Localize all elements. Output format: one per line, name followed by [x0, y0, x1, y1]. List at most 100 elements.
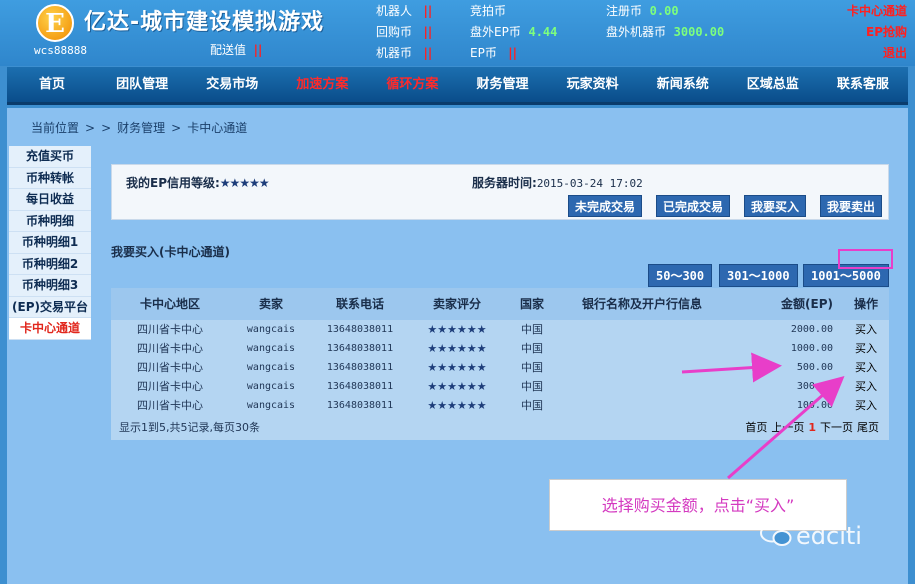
table-cell: 13648038011 [326, 343, 394, 354]
table-cell: wangcais [246, 343, 296, 354]
pager: 首页 上一页 1 下一页 尾页 [741, 419, 879, 435]
wechat-icon [760, 523, 792, 546]
table-cell: 四川省卡中心 [137, 399, 203, 412]
pager-next[interactable]: 下一页 [820, 421, 853, 434]
unfinished-trades-button[interactable]: 未完成交易 [568, 195, 643, 217]
finished-trades-button[interactable]: 已完成交易 [656, 195, 731, 217]
table-row: 四川省卡中心 wangcais 13648038011 ★★★★★★ 中国 2000.00… [111, 320, 889, 339]
logo-icon: E [36, 4, 74, 42]
table-row: 四川省卡中心 wangcais 13648038011 ★★★★★★ 中国 1000.00… [111, 339, 889, 358]
table-cell: 中国 [521, 361, 543, 374]
sidebar-item-ep-platform[interactable]: (EP)交易平台 [9, 296, 91, 318]
table-cell: 13648038011 [326, 400, 394, 411]
buy-action-button[interactable]: 买入 [843, 339, 889, 358]
table-cell [557, 339, 727, 358]
sidebar-item-detail-1[interactable]: 币种明细1 [9, 232, 91, 254]
sell-button[interactable]: 我要卖出 [820, 195, 883, 217]
table-cell [557, 358, 727, 377]
sidebar-item-detail-3[interactable]: 币种明细3 [9, 275, 91, 297]
sidebar-item-detail[interactable]: 币种明细 [9, 210, 91, 232]
credit-stars: ★★★★★ [219, 176, 270, 190]
server-time: 服务器时间:2015-03-24 17:02 [472, 176, 643, 190]
logout-link[interactable]: 退出 [883, 44, 907, 61]
breadcrumb-finance[interactable]: 财务管理 [117, 121, 165, 135]
stat-machine-coin: 机器币 || [376, 46, 433, 60]
table-cell: 中国 [521, 399, 543, 412]
credit-level: 我的EP信用等级:★★★★★ [126, 176, 270, 190]
seller-rating: ★★★★★★ [427, 323, 487, 336]
buy-action-button[interactable]: 买入 [843, 320, 889, 339]
table-cell: 四川省卡中心 [137, 323, 203, 336]
pager-first[interactable]: 首页 [745, 421, 767, 434]
table-cell: wangcais [246, 324, 296, 335]
table-header: 卡中心地区 卖家 联系电话 卖家评分 国家 银行名称及开户行信息 金额(EP) … [111, 288, 889, 320]
table-cell: wangcais [246, 381, 296, 392]
sidebar-item-transfer[interactable]: 币种转帐 [9, 167, 91, 189]
annotation-highlight-box [838, 249, 893, 269]
range-50-300-button[interactable]: 50～300 [648, 264, 713, 287]
card-center-link[interactable]: 卡中心通道 [847, 2, 907, 19]
stat-robot: 机器人 || [376, 4, 433, 18]
pager-last[interactable]: 尾页 [857, 421, 879, 434]
table-row: 四川省卡中心 wangcais 13648038011 ★★★★★★ 中国 500.00 买… [111, 358, 889, 377]
buy-action-button[interactable]: 买入 [843, 396, 889, 415]
stat-ep: EP币 || [470, 46, 518, 60]
sellers-table: 卡中心地区 卖家 联系电话 卖家评分 国家 银行名称及开户行信息 金额(EP) … [111, 288, 889, 440]
nav-profile[interactable]: 玩家资料 [548, 67, 638, 102]
nav-finance[interactable]: 财务管理 [457, 67, 547, 102]
stat-register: 注册币 0.00 [606, 4, 679, 18]
sidebar: 充值买币 币种转帐 每日收益 币种明细 币种明细1 币种明细2 币种明细3 (E… [9, 146, 91, 340]
main-nav: 首页 团队管理 交易市场 加速方案 循环方案 财务管理 玩家资料 新闻系统 区域… [7, 67, 908, 105]
nav-team[interactable]: 团队管理 [97, 67, 187, 102]
stat-off-machine: 盘外机器币 3000.00 [606, 25, 725, 39]
info-panel: 我的EP信用等级:★★★★★ 服务器时间:2015-03-24 17:02 未完… [111, 164, 889, 220]
buy-action-button[interactable]: 买入 [843, 377, 889, 396]
buy-button[interactable]: 我要买入 [744, 195, 807, 217]
nav-home[interactable]: 首页 [7, 67, 97, 102]
section-title: 我要买入(卡中心通道) [111, 245, 230, 259]
nav-cycle[interactable]: 循环方案 [367, 67, 457, 102]
table-cell [557, 320, 727, 339]
breadcrumb: 当前位置 > > 财务管理 > 卡中心通道 [31, 121, 248, 135]
table-summary: 显示1到5,共5记录,每页30条 [119, 421, 260, 434]
seller-rating: ★★★★★★ [427, 380, 487, 393]
nav-support[interactable]: 联系客服 [818, 67, 908, 102]
stat-auction: 竞拍币 [470, 4, 507, 18]
table-cell: 500.00 [796, 362, 833, 373]
table-cell: 300.00 [796, 381, 833, 392]
distribution-stat: 配送值 || [210, 43, 263, 57]
buy-action-button[interactable]: 买入 [843, 358, 889, 377]
sidebar-item-card-center[interactable]: 卡中心通道 [9, 318, 91, 340]
table-cell: 13648038011 [326, 324, 394, 335]
sidebar-item-daily-income[interactable]: 每日收益 [9, 189, 91, 211]
nav-accelerate[interactable]: 加速方案 [277, 67, 367, 102]
pager-current: 1 [808, 421, 816, 434]
table-cell: 四川省卡中心 [137, 361, 203, 374]
table-cell: 13648038011 [326, 362, 394, 373]
nav-region[interactable]: 区域总监 [728, 67, 818, 102]
nav-market[interactable]: 交易市场 [187, 67, 277, 102]
range-301-1000-button[interactable]: 301～1000 [719, 264, 798, 287]
table-cell: 中国 [521, 380, 543, 393]
sidebar-item-detail-2[interactable]: 币种明细2 [9, 253, 91, 275]
seller-rating: ★★★★★★ [427, 399, 487, 412]
pager-prev[interactable]: 上一页 [771, 421, 804, 434]
user-id: wcs88888 [34, 44, 87, 57]
table-cell: 13648038011 [326, 381, 394, 392]
table-cell: 四川省卡中心 [137, 380, 203, 393]
table-cell: wangcais [246, 400, 296, 411]
nav-news[interactable]: 新闻系统 [638, 67, 728, 102]
stat-off-ep: 盘外EP币 4.44 [470, 25, 558, 39]
table-row: 四川省卡中心 wangcais 13648038011 ★★★★★★ 中国 300.00 买… [111, 377, 889, 396]
table-cell: 1000.00 [790, 343, 833, 354]
stat-buyback: 回购币 || [376, 25, 433, 39]
table-cell: 100.00 [796, 400, 833, 411]
table-cell [557, 377, 727, 396]
watermark: edciti [760, 522, 862, 550]
table-cell: 中国 [521, 342, 543, 355]
ep-rush-link[interactable]: EP抢购 [866, 23, 907, 40]
sidebar-item-recharge[interactable]: 充值买币 [9, 146, 91, 168]
table-cell: 2000.00 [790, 324, 833, 335]
table-cell [557, 396, 727, 415]
table-cell: 四川省卡中心 [137, 342, 203, 355]
